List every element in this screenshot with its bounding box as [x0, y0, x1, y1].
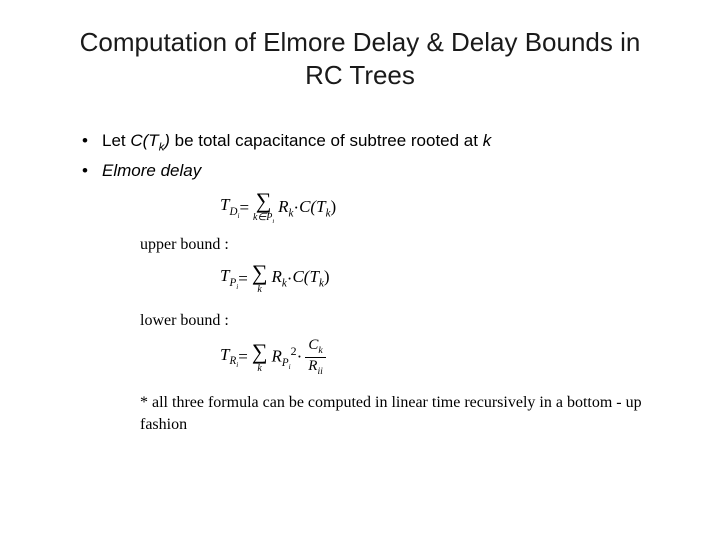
eq1-equals: =: [239, 198, 249, 218]
eq3-R-subsub: i: [289, 363, 291, 371]
eq1-C-close: ): [330, 197, 336, 216]
eq2-R: R: [272, 267, 282, 286]
eq2-sum-under: k: [257, 285, 261, 295]
eq2-C: C(T: [292, 267, 318, 286]
label-upper-bound: upper bound :: [140, 236, 650, 254]
footnote: * all three formula can be computed in l…: [140, 392, 650, 437]
bullet-1-text: Let C(Tk) be total capacitance of subtre…: [102, 128, 660, 156]
bullet-2-text: Elmore delay: [102, 158, 660, 184]
sigma-icon: ∑ k∈Pi: [253, 190, 274, 226]
bullet-1-sym: C(T: [130, 131, 158, 150]
eq3-equals: =: [238, 347, 248, 367]
eq3-dot: ·: [297, 347, 303, 367]
eq3-frac-den-sub: ii: [317, 366, 322, 377]
eq3-frac-num-sub: k: [318, 345, 322, 356]
bullet-dot-icon: •: [80, 158, 102, 184]
bullet-1-var: k: [483, 131, 492, 150]
bullet-1: • Let C(Tk) be total capacitance of subt…: [80, 128, 660, 156]
label-lower-bound: lower bound :: [140, 312, 650, 330]
slide-title: Computation of Elmore Delay & Delay Boun…: [0, 26, 720, 91]
eq1-sum-under-sub: i: [272, 218, 274, 225]
eq3-sum-under: k: [257, 364, 261, 374]
fraction: Ck Rii: [305, 338, 326, 377]
eq1-sum-under: k∈P: [253, 212, 272, 223]
equation-elmore: TDi = ∑ k∈Pi Rk · C(Tk): [140, 190, 650, 226]
eq1-C: C(T: [299, 197, 325, 216]
equation-lower-bound: TRi = ∑ k RPi2 · Ck Rii: [140, 338, 650, 377]
equation-upper-bound: TPi = ∑ k Rk · C(Tk): [140, 262, 650, 295]
bullet-1-pre: Let: [102, 131, 130, 150]
bullet-dot-icon: •: [80, 128, 102, 154]
eq3-frac-num: C: [308, 337, 318, 353]
eq3-R-sub: P: [282, 357, 289, 369]
slide: Computation of Elmore Delay & Delay Boun…: [0, 0, 720, 540]
eq3-R: R: [272, 346, 282, 365]
sigma-icon: ∑ k: [252, 262, 268, 295]
bullet-1-rest: be total capacitance of subtree rooted a…: [170, 131, 483, 150]
bullet-list: • Let C(Tk) be total capacitance of subt…: [80, 128, 660, 185]
eq2-equals: =: [238, 269, 248, 289]
bullet-2: • Elmore delay: [80, 158, 660, 184]
eq2-C-close: ): [324, 267, 330, 286]
eq1-R: R: [278, 197, 288, 216]
sigma-icon: ∑ k: [252, 341, 268, 374]
